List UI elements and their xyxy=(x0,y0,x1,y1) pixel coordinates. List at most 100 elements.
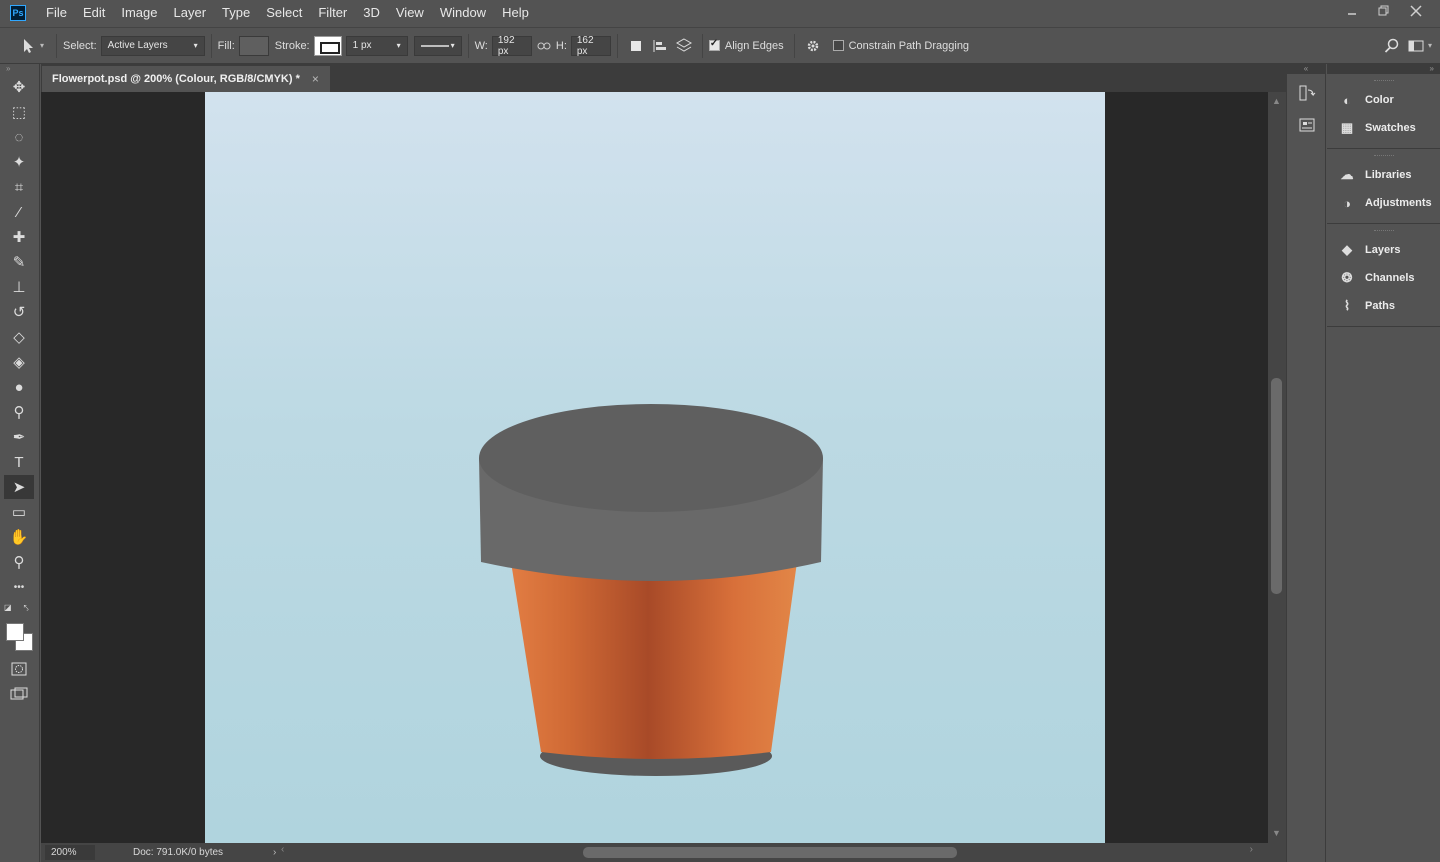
gear-icon[interactable] xyxy=(801,34,825,58)
restore-icon[interactable] xyxy=(1368,0,1400,22)
tool-preset-arrow-icon[interactable] xyxy=(16,34,40,58)
crop-tool[interactable]: ⌗ xyxy=(4,175,34,199)
fill-swatch[interactable] xyxy=(238,35,269,56)
select-layers-value: Active Layers xyxy=(107,40,168,51)
link-icon[interactable] xyxy=(532,34,556,58)
zoom-tool[interactable]: ⚲ xyxy=(4,550,34,574)
stroke-swatch[interactable] xyxy=(313,35,342,56)
menu-window[interactable]: Window xyxy=(432,0,494,26)
select-layers-dropdown[interactable]: Active Layers ▾ xyxy=(100,35,205,56)
search-icon[interactable] xyxy=(1380,34,1404,58)
panel-tab-libraries[interactable]: ☁ Libraries xyxy=(1327,161,1440,189)
marquee-tool[interactable]: ⬚ xyxy=(4,100,34,124)
dock-collapse-icon[interactable]: » xyxy=(1327,64,1440,74)
vertical-scrollbar[interactable]: ▲ ▼ xyxy=(1268,92,1286,843)
divider xyxy=(616,33,618,58)
align-edges-label: Align Edges xyxy=(724,39,784,52)
swap-colors-icon[interactable]: ⤣ xyxy=(24,603,29,613)
move-tool[interactable]: ✥ xyxy=(4,75,34,99)
flowerpot-artwork xyxy=(479,404,823,776)
scroll-left-icon[interactable]: ‹ xyxy=(281,844,284,855)
menu-file[interactable]: File xyxy=(38,0,75,26)
paths-icon: ⌇ xyxy=(1343,298,1351,313)
menu-layer[interactable]: Layer xyxy=(166,0,215,26)
brush-tool[interactable]: ✎ xyxy=(4,250,34,274)
pen-tool[interactable]: ✒ xyxy=(4,425,34,449)
stroke-type-dropdown[interactable]: ▾ xyxy=(413,35,462,56)
paint-bucket-tool[interactable]: ◈ xyxy=(4,350,34,374)
blur-tool[interactable]: ● xyxy=(4,375,34,399)
scroll-right-icon[interactable]: › xyxy=(1250,844,1253,855)
properties-panel-icon[interactable] xyxy=(1293,112,1321,138)
history-panel-icon[interactable] xyxy=(1293,80,1321,106)
panel-tab-swatches[interactable]: ▦ Swatches xyxy=(1327,114,1440,142)
menu-select[interactable]: Select xyxy=(258,0,310,26)
pot-body xyxy=(511,562,797,759)
constrain-path-checkbox[interactable] xyxy=(832,40,844,51)
height-field[interactable]: 162 px xyxy=(570,35,611,57)
width-field[interactable]: 192 px xyxy=(491,35,532,57)
menu-image[interactable]: Image xyxy=(113,0,165,26)
eyedropper-icon: ⁄ xyxy=(17,203,21,221)
menu-type[interactable]: Type xyxy=(214,0,258,26)
type-tool[interactable]: T xyxy=(4,450,34,474)
horizontal-scrollbar[interactable]: ‹ › xyxy=(281,844,1261,858)
vertical-scroll-thumb[interactable] xyxy=(1271,378,1282,594)
panel-tab-layers[interactable]: ◆ Layers xyxy=(1327,236,1440,264)
eyedropper-tool[interactable]: ⁄ xyxy=(4,200,34,224)
lasso-tool[interactable]: ◌ xyxy=(4,125,34,149)
menu-view[interactable]: View xyxy=(388,0,432,26)
pen-icon: ✒ xyxy=(12,429,26,446)
panel-tab-adjustments[interactable]: ◑ Adjustments xyxy=(1327,189,1440,217)
screen-mode-icon[interactable] xyxy=(4,682,34,706)
zoom-field[interactable]: 200% xyxy=(45,845,95,860)
canvas[interactable] xyxy=(205,92,1105,843)
history-brush-tool[interactable]: ↺ xyxy=(4,300,34,324)
options-bar: ▾ Select: Active Layers ▾ Fill: Stroke: … xyxy=(0,27,1440,64)
panel-grip xyxy=(1373,230,1394,234)
panel-tab-color[interactable]: ◐ Color xyxy=(1327,86,1440,114)
clone-stamp-tool[interactable]: ⊥ xyxy=(4,275,34,299)
default-colors-icon[interactable]: ◪ xyxy=(4,603,12,613)
rectangle-tool[interactable]: ▭ xyxy=(4,500,34,524)
menu-bar: Ps File Edit Image Layer Type Select Fil… xyxy=(0,0,1440,26)
close-icon[interactable]: × xyxy=(312,72,319,86)
quick-mask-icon[interactable] xyxy=(4,657,34,681)
stroke-width-field[interactable]: 1 px ▾ xyxy=(345,35,408,56)
eraser-tool[interactable]: ◇ xyxy=(4,325,34,349)
path-arrangement-icon[interactable] xyxy=(672,34,696,58)
workspace-switcher-icon[interactable] xyxy=(1404,34,1428,58)
menu-3d[interactable]: 3D xyxy=(355,0,388,26)
photoshop-logo[interactable]: Ps xyxy=(10,5,26,21)
panel-tab-paths[interactable]: ⌇ Paths xyxy=(1327,292,1440,320)
more-tools[interactable]: ••• xyxy=(4,575,34,599)
align-edges-checkbox[interactable] xyxy=(708,38,720,51)
status-menu-chevron-icon[interactable]: › xyxy=(273,847,276,858)
close-window-icon[interactable] xyxy=(1400,0,1432,22)
ellipsis-icon: ••• xyxy=(13,581,25,593)
path-operations-icon[interactable] xyxy=(624,34,648,58)
hand-tool[interactable]: ✋ xyxy=(4,525,34,549)
panel-collapse-icon[interactable]: » xyxy=(0,64,39,74)
dodge-tool[interactable]: ⚲ xyxy=(4,400,34,424)
path-alignment-icon[interactable] xyxy=(648,34,672,58)
height-label: H: xyxy=(555,39,567,52)
healing-brush-tool[interactable]: ✚ xyxy=(4,225,34,249)
minimize-icon[interactable] xyxy=(1336,0,1368,22)
strip-collapse-icon[interactable]: « xyxy=(1287,64,1325,74)
foreground-color[interactable] xyxy=(6,623,24,641)
scroll-down-icon[interactable]: ▼ xyxy=(1272,828,1281,838)
scroll-up-icon[interactable]: ▲ xyxy=(1272,96,1281,106)
horizontal-scroll-thumb[interactable] xyxy=(583,847,957,858)
swatches-icon: ▦ xyxy=(1340,120,1354,135)
path-selection-tool[interactable]: ➤ xyxy=(4,475,34,499)
panel-grip xyxy=(1373,80,1394,84)
panel-tab-channels[interactable]: ❂ Channels xyxy=(1327,264,1440,292)
workspace-chevron-icon[interactable]: ▾ xyxy=(1428,41,1432,50)
menu-filter[interactable]: Filter xyxy=(310,0,355,26)
tool-preset-chevron-icon[interactable]: ▾ xyxy=(40,41,44,50)
magic-wand-tool[interactable]: ✦ xyxy=(4,150,34,174)
menu-edit[interactable]: Edit xyxy=(75,0,113,26)
menu-help[interactable]: Help xyxy=(494,0,537,26)
document-tab[interactable]: Flowerpot.psd @ 200% (Colour, RGB/8/CMYK… xyxy=(42,66,330,92)
